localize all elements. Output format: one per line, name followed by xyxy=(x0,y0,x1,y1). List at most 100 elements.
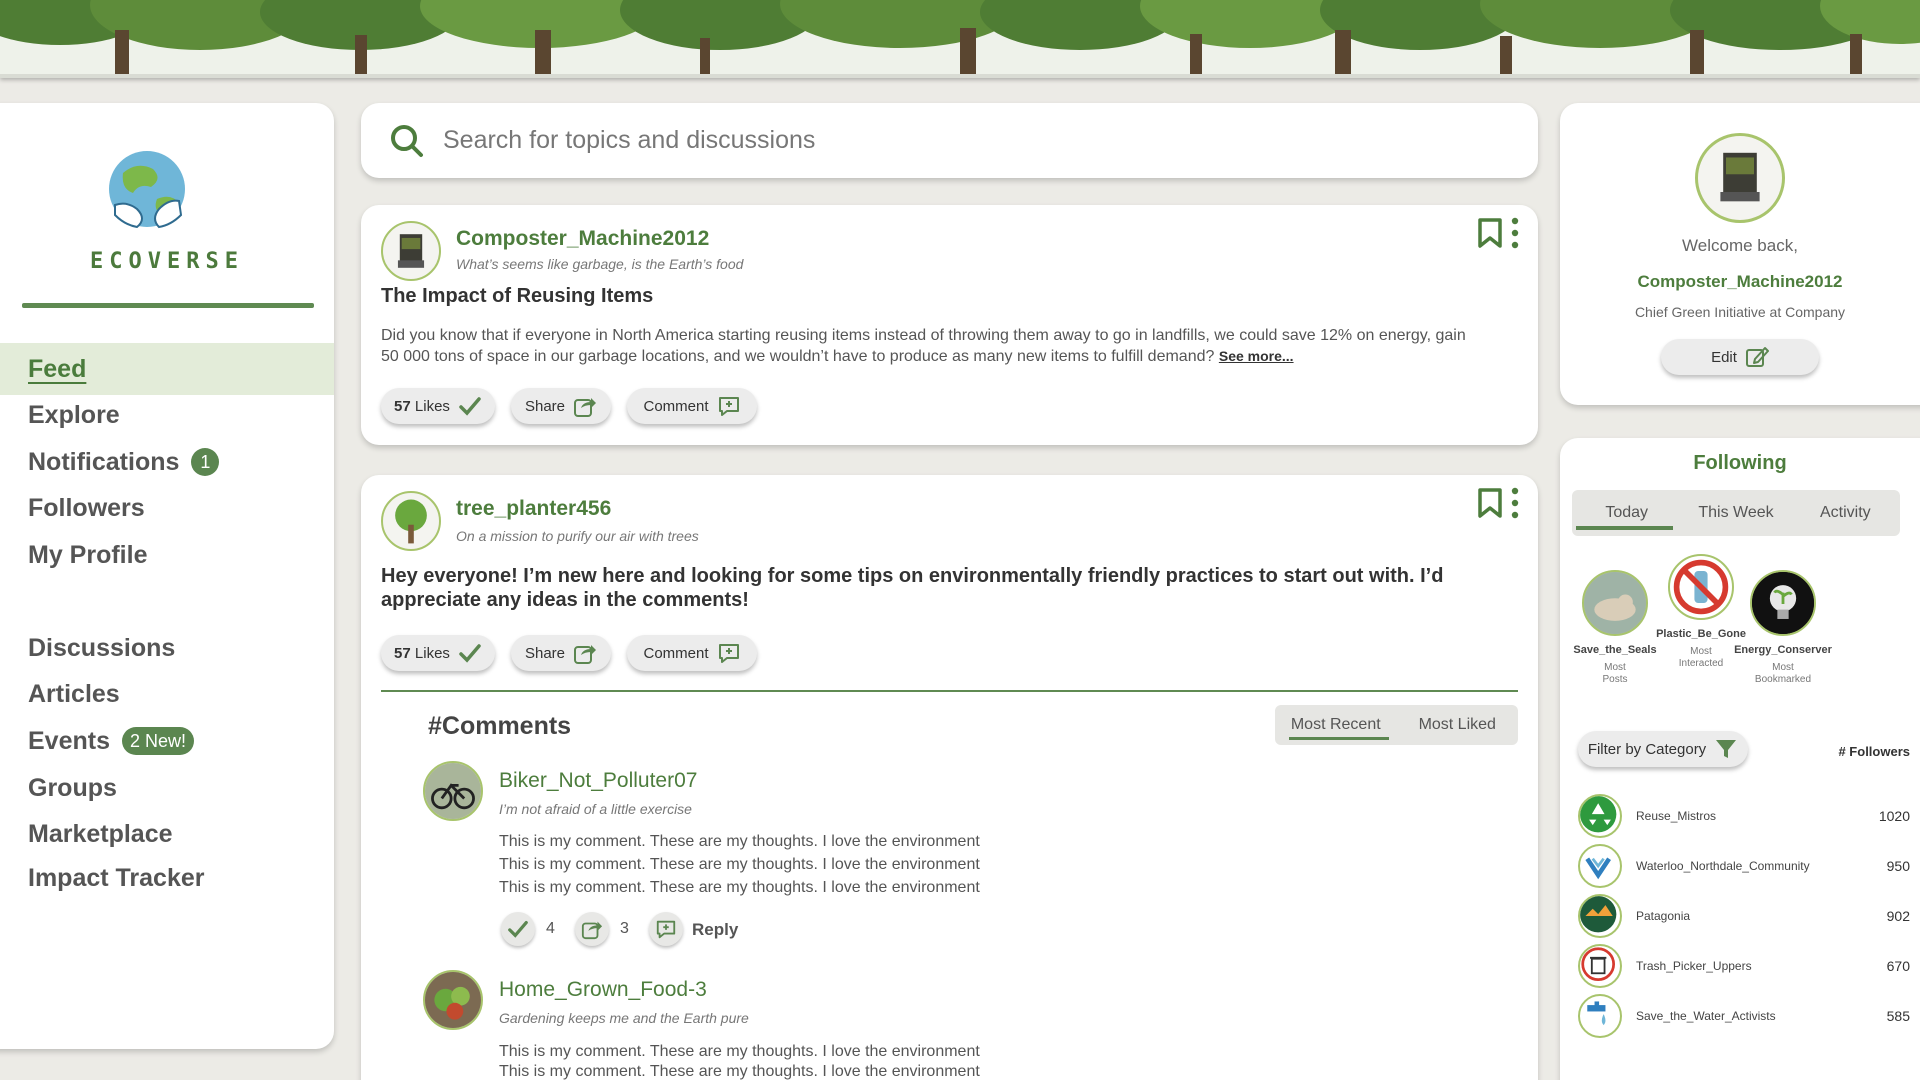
post-card: Composter_Machine2012 What’s seems like … xyxy=(361,205,1538,445)
bookmark-icon[interactable] xyxy=(1477,487,1503,519)
notification-badge: 1 xyxy=(191,448,220,476)
patagonia-logo-icon xyxy=(1578,894,1622,938)
nav-item-groups[interactable]: Groups xyxy=(0,762,334,814)
reply-link[interactable]: Reply xyxy=(692,920,738,940)
comment-icon xyxy=(718,644,739,663)
nav-item-discussions[interactable]: Discussions xyxy=(0,622,334,674)
follower-count: 1020 xyxy=(1878,808,1910,824)
account-name: Trash_Picker_Uppers xyxy=(1636,959,1752,973)
nav-item-my-profile[interactable]: My Profile xyxy=(0,529,334,581)
comment-username[interactable]: Home_Grown_Food-3 xyxy=(499,978,707,1002)
top-account-energy-conserver[interactable]: Energy_Conserver Most Bookmarked xyxy=(1728,570,1838,686)
comment-button[interactable]: Comment xyxy=(627,635,757,671)
edit-profile-button[interactable]: Edit xyxy=(1661,339,1819,375)
account-name: Waterloo_Northdale_Community xyxy=(1636,859,1810,873)
following-row[interactable]: Save_the_Water_Activists 585 xyxy=(1578,994,1910,1038)
search-bar xyxy=(361,103,1538,178)
nav-item-notifications[interactable]: Notifications 1 xyxy=(0,436,334,488)
ecoverse-logo xyxy=(97,143,197,243)
water-tap-icon xyxy=(1578,994,1622,1038)
comment-share-button[interactable] xyxy=(575,912,609,946)
comment-icon xyxy=(656,920,676,939)
period-tabs: Today This Week Activity xyxy=(1572,490,1900,536)
top-account-name: Energy_Conserver xyxy=(1734,644,1832,656)
nav-item-impact-tracker[interactable]: Impact Tracker xyxy=(0,852,334,904)
label-line: Most xyxy=(1604,662,1626,673)
label-line: Posts xyxy=(1602,674,1628,685)
account-name: Patagonia xyxy=(1636,909,1691,923)
label-line: Bookmarked xyxy=(1754,674,1812,685)
post-username[interactable]: tree_planter456 xyxy=(456,497,611,521)
nav-item-articles[interactable]: Articles xyxy=(0,668,334,720)
lightbulb-avatar xyxy=(1750,570,1816,636)
filter-by-category-button[interactable]: Filter by Category xyxy=(1578,731,1748,767)
nav-item-events[interactable]: Events 2 New! xyxy=(0,715,334,767)
tree-planter-avatar[interactable] xyxy=(381,491,441,551)
post-body: Did you know that if everyone in North A… xyxy=(381,326,1481,367)
see-more-link[interactable]: See more... xyxy=(1219,348,1294,364)
post-question: Hey everyone! I’m new here and looking f… xyxy=(381,565,1444,611)
no-plastic-avatar xyxy=(1668,554,1734,620)
post-tagline: On a mission to purify our air with tree… xyxy=(456,528,699,544)
home-grown-avatar[interactable] xyxy=(423,970,483,1030)
like-button[interactable]: 57 Likes xyxy=(381,388,495,424)
post-title[interactable]: The Impact of Reusing Items xyxy=(381,285,653,308)
follower-count: 670 xyxy=(1886,958,1910,974)
post-tagline: What’s seems like garbage, is the Earth’… xyxy=(456,256,744,272)
share-icon xyxy=(574,398,597,417)
sort-most-liked[interactable]: Most Liked xyxy=(1397,716,1519,734)
check-icon xyxy=(459,644,481,663)
follower-count: 902 xyxy=(1886,908,1910,924)
nav-item-feed[interactable]: Feed xyxy=(0,343,334,395)
nav-item-followers[interactable]: Followers xyxy=(0,482,334,534)
left-sidebar: ECOVERSE Feed Explore Notifications 1 Fol… xyxy=(0,103,334,1049)
nav-item-label: Impact Tracker xyxy=(28,863,205,892)
tab-today[interactable]: Today xyxy=(1572,504,1681,530)
tab-activity[interactable]: Activity xyxy=(1791,504,1900,522)
share-button[interactable]: Share xyxy=(511,388,611,424)
following-row[interactable]: Waterloo_Northdale_Community 950 xyxy=(1578,844,1910,888)
nav-item-label: Discussions xyxy=(28,633,176,662)
edit-icon xyxy=(1745,347,1769,367)
events-badge: 2 New! xyxy=(121,727,195,755)
comment-text: This is my comment. These are my thought… xyxy=(499,1043,980,1060)
comment-like-button[interactable] xyxy=(501,912,535,946)
comment-username[interactable]: Biker_Not_Polluter07 xyxy=(499,769,697,793)
biker-avatar[interactable] xyxy=(423,761,483,821)
trash-icon xyxy=(1578,944,1622,988)
search-icon[interactable] xyxy=(389,123,425,159)
profile-avatar[interactable] xyxy=(1695,133,1785,223)
profile-name[interactable]: Composter_Machine2012 xyxy=(1560,272,1920,292)
followers-column-header: # Followers xyxy=(1838,744,1910,759)
recycle-icon xyxy=(1578,794,1622,838)
nav-item-label: Feed xyxy=(28,354,87,383)
nav-item-label: Notifications xyxy=(28,447,180,476)
more-options-icon[interactable] xyxy=(1511,487,1519,519)
likes-text: 57 Likes xyxy=(394,645,450,662)
post-username[interactable]: Composter_Machine2012 xyxy=(456,227,709,251)
profile-card: Welcome back, Composter_Machine2012 Chie… xyxy=(1560,103,1920,405)
search-input[interactable] xyxy=(443,117,1503,163)
welcome-text: Welcome back, xyxy=(1682,236,1798,255)
comment-reply-button[interactable] xyxy=(649,912,683,946)
tab-this-week[interactable]: This Week xyxy=(1681,504,1790,522)
account-name: Save_the_Water_Activists xyxy=(1636,1009,1776,1023)
like-button[interactable]: 57 Likes xyxy=(381,635,495,671)
sort-most-recent[interactable]: Most Recent xyxy=(1275,716,1397,740)
following-row[interactable]: Trash_Picker_Uppers 670 xyxy=(1578,944,1910,988)
composter-avatar[interactable] xyxy=(381,221,441,281)
more-options-icon[interactable] xyxy=(1511,217,1519,249)
share-button[interactable]: Share xyxy=(511,635,611,671)
comment-button[interactable]: Comment xyxy=(627,388,757,424)
bookmark-icon[interactable] xyxy=(1477,217,1503,249)
nav-item-label: Marketplace xyxy=(28,819,173,848)
nav-item-label: Articles xyxy=(28,679,120,708)
following-row[interactable]: Patagonia 902 xyxy=(1578,894,1910,938)
share-icon xyxy=(581,921,603,940)
edit-label: Edit xyxy=(1711,348,1737,366)
logo-divider xyxy=(22,303,314,308)
nav-item-explore[interactable]: Explore xyxy=(0,389,334,441)
nav-item-label: Events xyxy=(28,726,110,755)
following-row[interactable]: Reuse_Mistros 1020 xyxy=(1578,794,1910,838)
comment-like-count: 4 xyxy=(546,920,555,937)
